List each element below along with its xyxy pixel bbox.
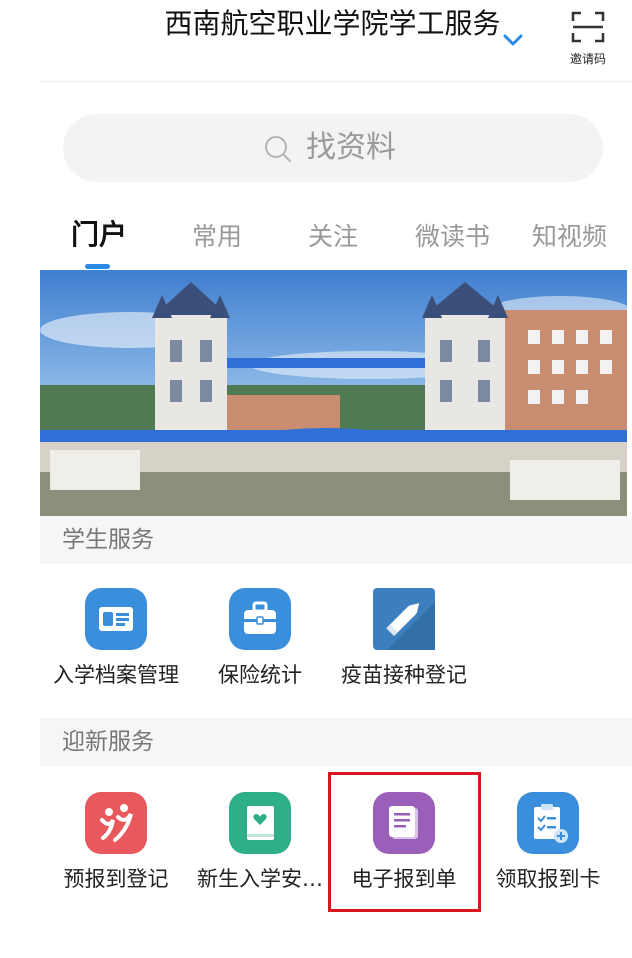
id-card-icon xyxy=(85,588,147,650)
page-title[interactable]: 西南航空职业学院学工服务 xyxy=(160,6,505,42)
tab-common[interactable]: 常用 xyxy=(192,220,242,254)
app-collect-registration-card[interactable]: 领取报到卡 xyxy=(478,792,618,894)
welcome-services-header: 迎新服务 xyxy=(40,718,632,766)
header-divider xyxy=(40,81,632,82)
search-box[interactable]: 找资料 xyxy=(63,114,603,182)
app-label: 入学档案管理 xyxy=(53,663,179,687)
tab-follow[interactable]: 关注 xyxy=(308,220,358,254)
tab-knowledge-video[interactable]: 知视频 xyxy=(532,220,607,254)
invite-code-button[interactable]: 邀请码 xyxy=(560,10,616,67)
app-label: 领取报到卡 xyxy=(495,867,601,891)
search-icon xyxy=(265,136,291,162)
app-label: 新生入学安… xyxy=(197,867,323,891)
people-icon xyxy=(85,792,147,854)
highlight-box xyxy=(328,772,481,912)
campus-banner-image[interactable] xyxy=(40,270,627,516)
app-enrollment-records[interactable]: 入学档案管理 xyxy=(46,588,186,690)
app-label: 预报到登记 xyxy=(63,867,169,891)
category-tabs: 门户 常用 关注 微读书 知视频 xyxy=(40,214,632,270)
invite-code-label: 邀请码 xyxy=(569,52,606,66)
top-header: 西南航空职业学院学工服务 邀请码 xyxy=(0,0,632,82)
tab-micro-reading[interactable]: 微读书 xyxy=(415,220,490,254)
app-pre-registration[interactable]: 预报到登记 xyxy=(46,792,186,894)
briefcase-icon xyxy=(229,588,291,650)
chevron-down-icon[interactable] xyxy=(499,30,527,50)
app-label: 保险统计 xyxy=(218,663,302,687)
student-services-title: 学生服务 xyxy=(62,527,154,553)
student-services-header: 学生服务 xyxy=(40,516,632,564)
app-vaccination-registration[interactable]: 疫苗接种登记 xyxy=(334,588,474,690)
search-placeholder: 找资料 xyxy=(306,130,396,165)
clipboard-check-icon xyxy=(517,792,579,854)
app-freshman-safety[interactable]: 新生入学安… xyxy=(190,792,330,894)
heart-book-icon xyxy=(229,792,291,854)
tab-portal[interactable]: 门户 xyxy=(71,218,127,252)
active-tab-indicator xyxy=(85,264,110,269)
app-label: 疫苗接种登记 xyxy=(341,663,467,687)
scan-icon xyxy=(571,11,605,43)
welcome-services-title: 迎新服务 xyxy=(62,729,154,755)
app-insurance-stats[interactable]: 保险统计 xyxy=(190,588,330,690)
pencil-icon xyxy=(373,588,435,650)
